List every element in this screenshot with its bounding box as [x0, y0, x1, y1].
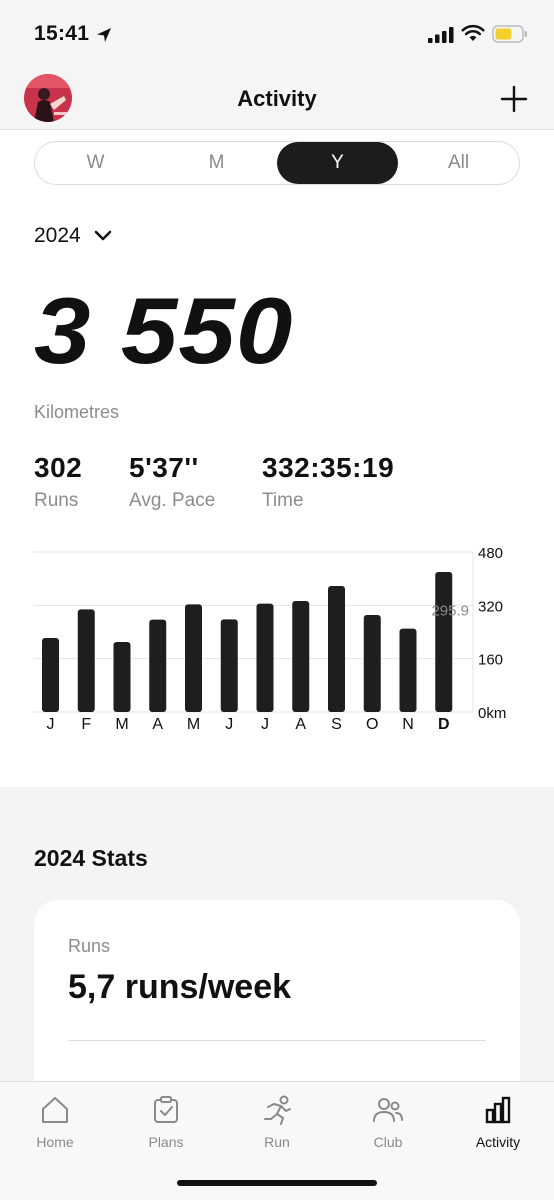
- home-indicator: [177, 1180, 377, 1186]
- runs-stat: 302 Runs: [34, 452, 82, 512]
- tab-home[interactable]: Home: [5, 1094, 105, 1150]
- tab-club-label: Club: [373, 1134, 403, 1150]
- page-title: Activity: [237, 86, 317, 111]
- location-arrow-icon: [97, 28, 111, 42]
- runs-value: 302: [34, 452, 83, 483]
- chart-x-tick-label: A: [152, 716, 163, 733]
- chart-x-tick-label: D: [438, 716, 450, 733]
- tab-activity-label: Activity: [475, 1134, 521, 1150]
- chart-y-tick-label: 320: [478, 598, 503, 615]
- time-label: Time: [262, 490, 304, 511]
- time-value: 332:35:19: [262, 452, 395, 483]
- chart-bar: [292, 601, 310, 712]
- segment-all[interactable]: All: [398, 142, 519, 184]
- chart-x-tick-label: M: [187, 716, 200, 733]
- chart-x-tick-label: F: [81, 716, 91, 733]
- segment-month[interactable]: M: [156, 142, 277, 184]
- tab-run-label: Run: [264, 1134, 290, 1150]
- chart-x-tick-label: A: [295, 716, 306, 733]
- header: Activity: [0, 64, 554, 130]
- chart-average-label: 295.9: [431, 602, 469, 619]
- chart-x-tick-label: J: [47, 716, 55, 733]
- card-label: Runs: [68, 936, 111, 956]
- segment-year[interactable]: Y: [277, 142, 398, 184]
- pace-label: Avg. Pace: [129, 490, 216, 511]
- segment-week[interactable]: W: [35, 142, 156, 184]
- chart-x-tick-label: J: [261, 716, 269, 733]
- chart-bar: [256, 603, 274, 712]
- wifi-icon: [461, 24, 485, 41]
- plans-icon: [154, 1096, 178, 1123]
- chart-y-tick-label: 0km: [478, 705, 506, 722]
- activity-icon: [485, 1096, 511, 1124]
- runs-label: Runs: [34, 490, 79, 511]
- club-icon: [373, 1098, 403, 1122]
- card-value: 5,7 runs/week: [68, 968, 292, 1006]
- chart-bar: [113, 642, 131, 712]
- run-icon: [264, 1095, 291, 1125]
- chart-bar: [185, 604, 202, 712]
- chart-bar: [328, 586, 345, 712]
- monthly-distance-chart: 480 320 160 0km J F M A M J J A S O N D 295.9: [34, 545, 506, 733]
- tab-run[interactable]: Run: [227, 1094, 327, 1150]
- period-segmented-control: W M Y All: [34, 141, 520, 185]
- chart-bar: [42, 638, 59, 712]
- chart-x-tick-label: J: [225, 716, 233, 733]
- status-bar: 15:41: [0, 0, 554, 64]
- stats-title: 2024 Stats: [34, 845, 148, 871]
- pace-value: 5'37'': [129, 452, 199, 483]
- chart-bar: [435, 572, 453, 712]
- chart-bar: [220, 619, 238, 712]
- home-icon: [42, 1097, 68, 1123]
- status-time: 15:41: [34, 22, 90, 45]
- chart-bar: [149, 619, 167, 712]
- battery-icon: [492, 25, 527, 43]
- card-divider: [68, 1040, 486, 1041]
- chart-x-tick-label: M: [115, 716, 128, 733]
- tab-plans[interactable]: Plans: [116, 1094, 216, 1150]
- chart-y-tick-label: 160: [478, 652, 503, 669]
- time-stat: 332:35:19 Time: [262, 452, 394, 512]
- chart-x-tick-label: S: [331, 716, 342, 733]
- stats-section: 2024 Stats Runs 5,7 runs/week: [0, 787, 554, 1160]
- total-distance: 3 550: [34, 278, 294, 383]
- chart-bar: [77, 609, 95, 712]
- tab-home-label: Home: [36, 1134, 74, 1150]
- tab-club[interactable]: Club: [338, 1094, 438, 1150]
- add-activity-icon[interactable]: [500, 85, 528, 113]
- chart-y-tick-label: 480: [478, 545, 503, 562]
- chart-x-tick-label: O: [366, 716, 378, 733]
- chart-bar: [399, 628, 417, 712]
- year-selector[interactable]: 2024: [34, 224, 113, 248]
- pace-stat: 5'37'' Avg. Pace: [129, 452, 215, 512]
- distance-unit: Kilometres: [34, 402, 120, 422]
- tab-activity[interactable]: Activity: [448, 1094, 548, 1150]
- tab-plans-label: Plans: [148, 1134, 184, 1150]
- chart-x-tick-label: N: [402, 716, 414, 733]
- chevron-down-icon: [94, 230, 111, 241]
- cellular-signal-icon: [428, 27, 454, 43]
- year-label: 2024: [34, 224, 81, 247]
- chart-bar: [363, 615, 381, 712]
